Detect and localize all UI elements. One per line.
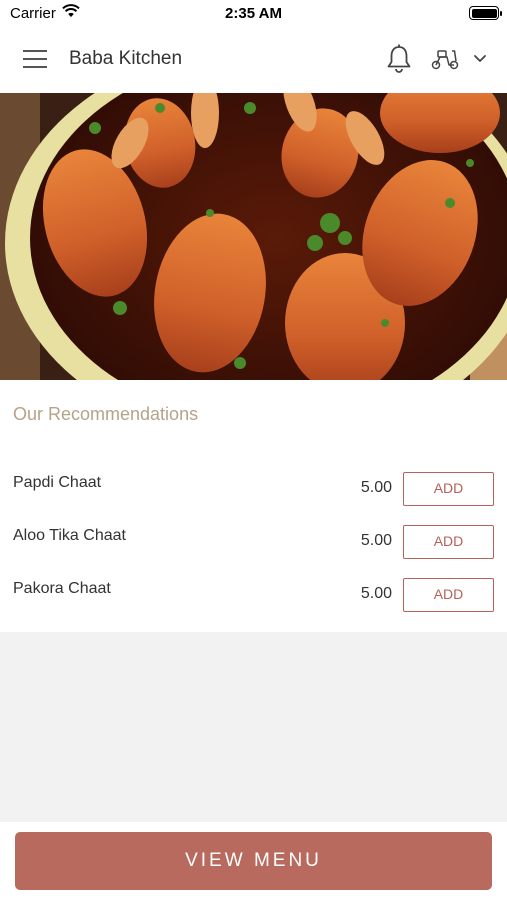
recommendations-heading: Our Recommendations	[13, 404, 199, 424]
add-button[interactable]: ADD	[403, 472, 494, 506]
item-price: 5.00	[360, 532, 392, 549]
list-item: Aloo Tika Chaat 5.00 ADD	[0, 519, 507, 559]
status-bar: Carrier 2:35 AM	[0, 0, 507, 28]
recommendations-section: Our Recommendations Papdi Chaat 5.00 ADD…	[0, 380, 507, 632]
app-title: Baba Kitchen	[69, 48, 183, 69]
clock: 2:35 AM	[225, 5, 282, 22]
food-image	[0, 93, 507, 380]
view-menu-button[interactable]: VIEW MENU	[15, 832, 492, 890]
item-name: Pakora Chaat	[13, 580, 111, 597]
battery-icon	[469, 6, 502, 20]
list-item: Papdi Chaat 5.00 ADD	[0, 466, 507, 506]
item-price: 5.00	[360, 585, 392, 602]
nav-bar: Baba Kitchen	[0, 28, 507, 93]
add-button[interactable]: ADD	[403, 578, 494, 612]
item-name: Papdi Chaat	[13, 474, 102, 491]
chicken-drumsticks-image	[0, 93, 507, 380]
scooter-icon[interactable]	[430, 47, 460, 71]
item-name: Aloo Tika Chaat	[13, 527, 126, 544]
add-button[interactable]: ADD	[403, 525, 494, 559]
footer: VIEW MENU	[0, 822, 507, 900]
list-item: Pakora Chaat 5.00 ADD	[0, 572, 507, 612]
item-price: 5.00	[360, 479, 392, 496]
chevron-down-icon[interactable]	[473, 54, 487, 63]
bell-icon[interactable]	[386, 44, 412, 74]
menu-icon[interactable]	[23, 50, 47, 68]
